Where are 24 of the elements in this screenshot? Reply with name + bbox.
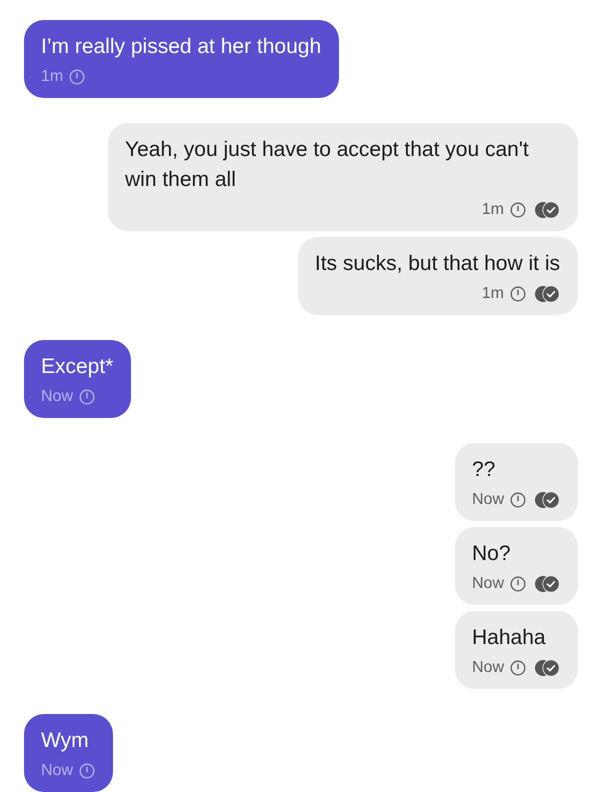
clock-icon: [69, 69, 86, 85]
clock-icon: [510, 286, 526, 302]
message-time: Now: [472, 575, 504, 593]
clock-icon: [510, 202, 526, 218]
message-time: Now: [472, 491, 504, 509]
message-time: 1m: [482, 201, 504, 219]
clock-icon: [510, 492, 526, 508]
message-time: 1m: [41, 68, 64, 86]
message-text: Its sucks, but that how it is: [314, 251, 560, 277]
message-time: Now: [41, 762, 74, 780]
clock-icon: [79, 389, 96, 405]
message-time: Now: [41, 388, 74, 406]
message-text: Except*: [41, 354, 114, 380]
clock-icon: [79, 763, 96, 779]
clock-icon: [510, 576, 526, 592]
clock-icon: [510, 660, 526, 676]
message-text: ??: [472, 457, 496, 483]
message-text: No?: [472, 541, 512, 567]
message-time: 1m: [482, 285, 504, 303]
message-text: Wym: [41, 728, 90, 754]
message-text: I’m really pissed at her though: [41, 34, 322, 60]
message-text: Yeah, you just have to accept that you can't win them all: [125, 137, 530, 193]
message-time: Now: [472, 659, 504, 677]
message-text: Hahaha: [472, 625, 547, 651]
